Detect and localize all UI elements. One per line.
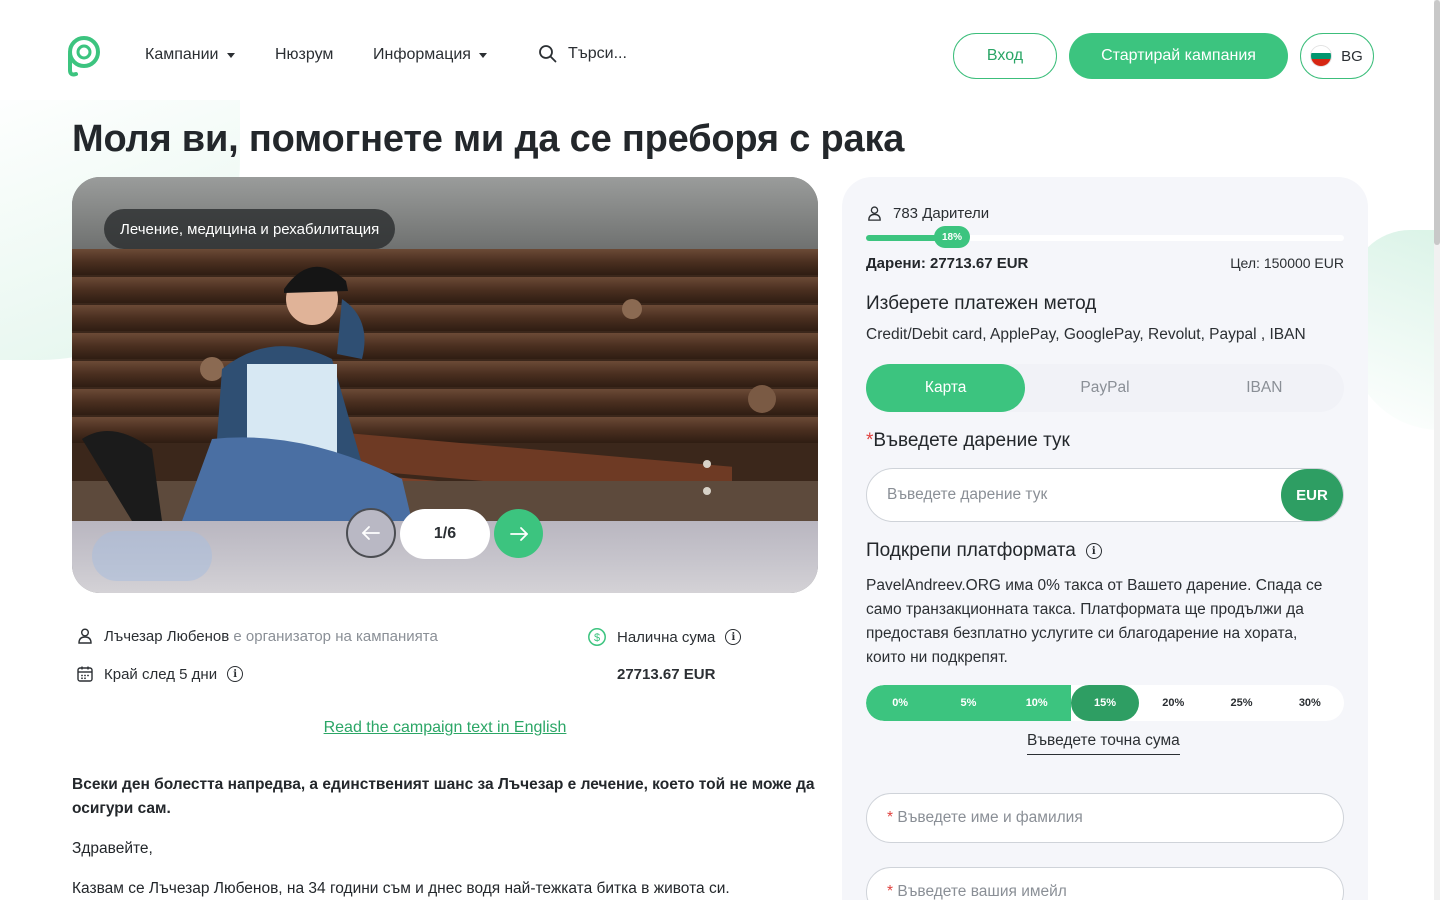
progress-percent-badge: 18% — [934, 226, 970, 248]
raised-label: Дарени: — [866, 255, 926, 272]
nav-information-label: Информация — [373, 46, 471, 63]
page-scrollbar[interactable] — [1434, 0, 1440, 900]
currency-selector[interactable]: EUR — [1281, 469, 1343, 521]
nav-newsroom[interactable]: Нюзрум — [275, 46, 333, 64]
carousel-prev-button[interactable] — [346, 508, 396, 558]
language-selector[interactable]: BG — [1300, 33, 1374, 79]
nav-campaigns[interactable]: Кампании — [145, 46, 235, 64]
arrow-right-icon — [509, 526, 528, 541]
tab-paypal[interactable]: PayPal — [1025, 364, 1184, 412]
payment-tabs: Карта PayPal IBAN — [866, 364, 1344, 412]
bulgaria-flag-icon — [1311, 46, 1332, 66]
exact-amount-link[interactable]: Въведете точна сума — [1027, 732, 1180, 755]
category-badge[interactable]: Лечение, медицина и рехабилитация — [104, 209, 396, 249]
nav-campaigns-label: Кампании — [145, 46, 219, 63]
start-campaign-button[interactable]: Стартирай кампания — [1069, 33, 1288, 79]
tip-option-30[interactable]: 30% — [1276, 685, 1344, 721]
organizer-info: Лъчезар Любенов е организатор на кампани… — [76, 627, 438, 645]
donation-panel: 783 Дарители 18% Дарени: 27713.67 EUR Це… — [842, 177, 1368, 900]
raised-amount: Дарени: 27713.67 EUR — [866, 255, 1028, 272]
user-icon — [868, 206, 881, 221]
carousel-counter: 1/6 — [400, 509, 490, 559]
search-label: Търси... — [568, 45, 627, 62]
donation-amount-heading: *Въведете дарение тук — [866, 430, 1070, 452]
carousel-next-button[interactable] — [494, 509, 543, 558]
donors-count: 783 Дарители — [866, 205, 989, 222]
funding-progress-bar: 18% — [866, 226, 1344, 248]
tip-percentage-selector: 0% 5% 10% 15% 20% 25% 30% — [866, 685, 1344, 721]
available-label: Налична сума — [617, 628, 716, 646]
tip-option-5[interactable]: 5% — [934, 685, 1003, 721]
info-icon[interactable]: i — [725, 629, 742, 645]
campaign-gallery[interactable]: Лечение, медицина и рехабилитация 1/6 — [72, 177, 818, 593]
campaign-story: Всеки ден болестта напредва, а единствен… — [72, 773, 822, 900]
user-icon — [78, 628, 92, 644]
search-icon — [539, 45, 557, 63]
tab-iban[interactable]: IBAN — [1185, 364, 1344, 412]
support-platform-heading: Подкрепи платформата i — [866, 540, 1102, 562]
tip-option-25[interactable]: 25% — [1207, 685, 1275, 721]
donors-label: 783 Дарители — [893, 205, 990, 222]
search-trigger[interactable]: Търси... — [538, 44, 627, 64]
available-amount-label: $ Налична сума i — [587, 627, 742, 647]
required-marker: * — [887, 809, 894, 826]
calendar-icon — [77, 666, 93, 682]
nav-newsroom-label: Нюзрум — [275, 46, 334, 63]
name-placeholder: Въведете име и фамилия — [897, 809, 1083, 826]
chevron-down-icon — [478, 52, 487, 58]
support-platform-text: PavelAndreev.ORG има 0% такса от Вашето … — [866, 577, 1323, 666]
story-lead: Всеки ден болестта напредва, а единствен… — [72, 776, 815, 817]
story-paragraph: Здравейте, — [72, 840, 153, 857]
language-label: BG — [1341, 47, 1363, 65]
email-field[interactable]: * Въведете вашия имейл — [866, 867, 1344, 900]
donation-amount-heading-label: Въведете дарение тук — [873, 430, 1070, 451]
campaign-deadline: Край след 5 дни i — [76, 665, 244, 683]
goal-amount: Цел: 150000 EUR — [1230, 255, 1344, 271]
login-button[interactable]: Вход — [953, 33, 1057, 79]
site-header: Кампании Нюзрум Информация Търси... Вход… — [0, 0, 1440, 112]
tab-card[interactable]: Карта — [866, 364, 1026, 412]
name-field[interactable]: * Въведете име и фамилия — [866, 793, 1344, 843]
organizer-name[interactable]: Лъчезар Любенов — [104, 628, 229, 645]
campaign-photo-illustration — [72, 249, 818, 521]
page-title: Моля ви, помогнете ми да се преборя с ра… — [72, 118, 905, 160]
support-platform-label: Подкрепи платформата — [866, 540, 1076, 561]
info-icon[interactable]: i — [1085, 543, 1102, 559]
organizer-role: е организатор на кампанията — [233, 627, 438, 645]
payment-method-heading: Изберете платежен метод — [866, 293, 1097, 314]
donation-amount-field: EUR — [866, 468, 1344, 522]
deadline-label: Край след 5 дни — [104, 665, 218, 683]
raised-value: 27713.67 EUR — [929, 255, 1029, 272]
scrollbar-thumb[interactable] — [1434, 0, 1440, 245]
info-icon[interactable]: i — [227, 666, 244, 682]
tip-option-20[interactable]: 20% — [1139, 685, 1207, 721]
donation-amount-input[interactable] — [867, 486, 1281, 504]
chevron-down-icon — [226, 52, 235, 58]
campaign-photo — [72, 249, 818, 521]
dollar-coin-icon: $ — [588, 628, 606, 646]
english-text-link[interactable]: Read the campaign text in English — [0, 719, 890, 737]
arrow-left-icon — [362, 526, 380, 540]
nav-information[interactable]: Информация — [373, 46, 487, 64]
payment-methods-list: Credit/Debit card, ApplePay, GooglePay, … — [866, 326, 1306, 343]
email-placeholder: Въведете вашия имейл — [897, 883, 1067, 900]
tip-option-15[interactable]: 15% — [1070, 685, 1140, 721]
tip-option-0[interactable]: 0% — [866, 685, 935, 721]
required-marker: * — [887, 883, 894, 900]
tip-option-10[interactable]: 10% — [1002, 685, 1071, 721]
story-paragraph: Казвам се Лъчезар Любенов, на 34 години … — [72, 880, 730, 897]
available-amount-value: 27713.67 EUR — [617, 666, 716, 683]
svg-text:$: $ — [594, 632, 600, 644]
logo-icon[interactable] — [62, 34, 102, 78]
